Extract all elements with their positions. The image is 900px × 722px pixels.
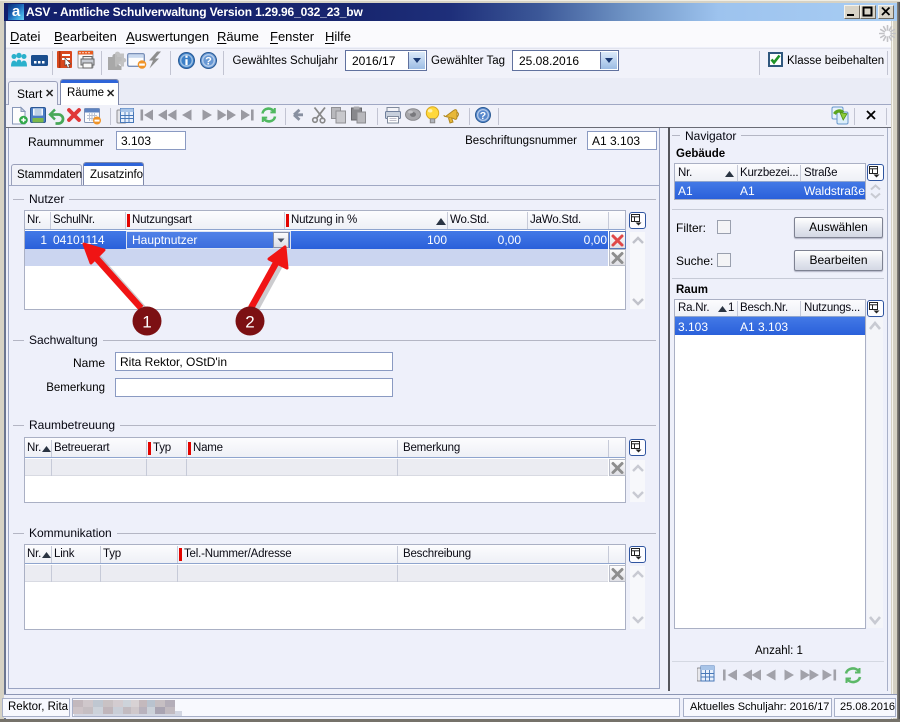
svg-text:?: ? (480, 110, 486, 122)
svg-text:?: ? (205, 56, 212, 68)
svg-text:1: 1 (142, 313, 151, 332)
svg-text:2: 2 (245, 313, 254, 332)
